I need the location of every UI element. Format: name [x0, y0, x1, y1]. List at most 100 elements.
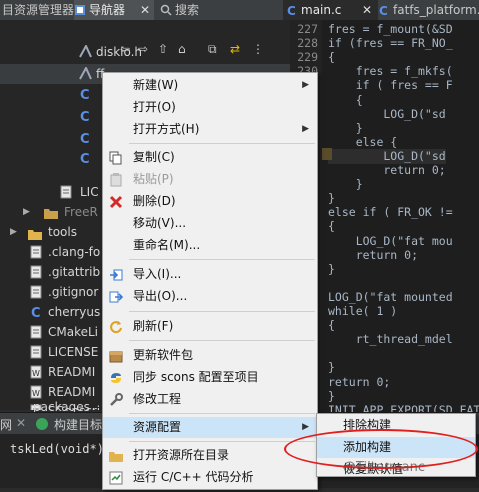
- tab-label: 目资源管理器: [2, 3, 74, 17]
- menu-item-label: 复制(C): [133, 150, 175, 164]
- expand-arrow-icon[interactable]: ▶: [10, 222, 17, 242]
- close-icon[interactable]: ✕: [16, 416, 26, 430]
- menu-item-resource-config[interactable]: 资源配置 ▶: [103, 417, 317, 438]
- menu-separator: [129, 441, 315, 442]
- menu-item-modify-project[interactable]: 修改工程: [103, 389, 317, 410]
- build-target-icon: [36, 418, 48, 430]
- svg-text:C: C: [287, 4, 296, 16]
- tree-row-label: diskio.h: [96, 45, 143, 59]
- menu-item-label: 修改工程: [133, 392, 182, 406]
- text-file-icon: [30, 345, 43, 359]
- menu-item-label: 粘贴(P): [133, 172, 174, 186]
- svg-text:C: C: [80, 132, 90, 145]
- code-line: if (fres == FR_NO_: [328, 36, 453, 51]
- line-number: 229: [297, 50, 318, 65]
- tab-label: 导航器: [89, 3, 126, 17]
- text-file-icon: [30, 285, 43, 299]
- search-icon: [160, 2, 172, 16]
- expand-arrow-icon[interactable]: ▶: [23, 202, 30, 222]
- menu-item-open-with[interactable]: 打开方式(H) ▶: [103, 119, 317, 140]
- tree-row-label: CMakeLi: [48, 325, 99, 339]
- menu-item-run-code-analysis[interactable]: 运行 C/C++ 代码分析: [103, 467, 317, 488]
- export-icon: [109, 290, 124, 304]
- menu-item-label: 同步 scons 配置至项目: [133, 370, 259, 384]
- menu-item-move[interactable]: 移动(V)...: [103, 213, 317, 234]
- submenu-arrow-icon: ▶: [302, 80, 309, 90]
- menu-item-label: 导出(O)...: [133, 289, 188, 303]
- menu-item-paste[interactable]: 粘贴(P): [103, 169, 317, 190]
- tree-row-label: cherryus: [48, 305, 101, 319]
- copy-icon: [109, 151, 123, 165]
- tree-row-label: READMI: [48, 365, 96, 379]
- c-file-icon: C: [30, 305, 43, 321]
- tab-build-targets[interactable]: 构建目标: [54, 416, 102, 433]
- code-line: return 0;: [328, 374, 391, 389]
- code-line: }: [328, 388, 335, 403]
- svg-text:C: C: [80, 88, 90, 101]
- tab-label: fatfs_platform.c: [393, 3, 479, 17]
- menu-separator: [129, 413, 315, 414]
- menu-item-export[interactable]: 导出(O)...: [103, 286, 317, 307]
- tab-main-c[interactable]: Cmain.c ✕: [283, 0, 378, 20]
- markdown-file-icon: W: [30, 365, 43, 379]
- code-line: {: [328, 92, 363, 107]
- text-file-icon: [30, 325, 43, 339]
- tab-fatfs-platform[interactable]: Cfatfs_platform.c: [378, 0, 479, 20]
- menu-item-open[interactable]: 打开(O): [103, 97, 317, 118]
- close-icon[interactable]: ✕: [362, 0, 372, 20]
- c-file-icon: C: [79, 131, 92, 147]
- tab-project-explorer[interactable]: 目资源管理器: [0, 0, 74, 20]
- close-icon[interactable]: ✕: [140, 0, 150, 20]
- tree-row-label: .clang-fo: [48, 245, 101, 259]
- submenu-arrow-icon: ▶: [302, 124, 309, 134]
- c-file-icon: C: [286, 2, 298, 18]
- folder-icon: [28, 226, 42, 240]
- editor-tab-bar: 目资源管理器 导航器 ✕ 搜索 Cmain.c ✕ Cfatfs_platfor…: [0, 0, 479, 21]
- bottom-left-tab[interactable]: 网: [0, 416, 12, 433]
- context-menu: 新建(W) ▶ 打开(O) 打开方式(H) ▶ 复制(C) 粘贴(P) 删除(D) …: [102, 72, 318, 490]
- navigator-icon: [74, 2, 86, 15]
- folder-icon: [109, 449, 123, 463]
- refresh-icon: [109, 320, 123, 334]
- code-editor[interactable]: 2272282292302312322332342352362372382392…: [290, 20, 479, 412]
- menu-item-update-packages[interactable]: 更新软件包: [103, 345, 317, 366]
- header-file-icon: [79, 65, 92, 81]
- svg-text:C: C: [31, 306, 41, 319]
- tab-label: 搜索: [175, 3, 200, 17]
- code-line: LOG_D("sd: [328, 148, 446, 164]
- analysis-icon: [109, 471, 123, 485]
- code-line: fres = f_mount(&SD: [328, 22, 453, 36]
- text-file-icon: [60, 185, 73, 199]
- menu-item-label: 重命名(M)...: [133, 238, 201, 252]
- menu-separator: [129, 143, 315, 144]
- code-line: fres = f_mkfs(: [328, 64, 453, 79]
- menu-item-new[interactable]: 新建(W) ▶: [103, 75, 317, 96]
- menu-item-sync-scons[interactable]: 同步 scons 配置至项目: [103, 367, 317, 388]
- code-line: while( 1 ): [328, 304, 398, 318]
- paste-icon: [109, 173, 123, 187]
- code-line: }: [328, 360, 335, 375]
- import-icon: [109, 268, 123, 282]
- delete-icon: [109, 195, 123, 209]
- code-line: LOG_D("sd: [328, 106, 446, 121]
- code-line: rt_thread_mdel: [328, 332, 453, 347]
- tree-row-label: FreeR: [64, 205, 98, 219]
- code-line: if ( fres == F: [328, 78, 453, 93]
- menu-separator: [129, 311, 315, 312]
- code-line: INIT_APP_EXPORT(SD_FAT: [328, 402, 479, 412]
- code-line: {: [328, 318, 335, 333]
- menu-item-delete[interactable]: 删除(D): [103, 191, 317, 212]
- code-line: else if ( FR_OK !=: [328, 205, 453, 220]
- svg-text:C: C: [80, 110, 90, 123]
- tab-navigator[interactable]: 导航器 ✕: [74, 0, 154, 20]
- code-line: }: [328, 191, 335, 206]
- menu-item-rename[interactable]: 重命名(M)...: [103, 235, 317, 256]
- tab-search[interactable]: 搜索: [160, 0, 272, 20]
- menu-item-import[interactable]: 导入(I)...: [103, 264, 317, 285]
- menu-item-copy[interactable]: 复制(C): [103, 147, 317, 168]
- menu-item-label: 打开资源所在目录: [133, 448, 230, 462]
- tree-row-diskio[interactable]: diskio.h: [0, 42, 290, 62]
- menu-item-refresh[interactable]: 刷新(F): [103, 316, 317, 337]
- menu-item-label: 移动(V)...: [133, 216, 187, 230]
- tree-row-label: READMI: [48, 385, 96, 399]
